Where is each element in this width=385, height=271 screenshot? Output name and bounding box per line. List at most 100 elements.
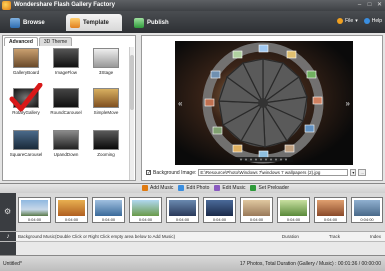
photo-duration: 0:04:00: [138, 217, 153, 222]
template-item-selected[interactable]: RotaryGallery: [9, 83, 43, 115]
template-item[interactable]: UpandDown: [49, 130, 83, 157]
status-bar: Untitled* 17 Photos, Total Duration (Gal…: [0, 255, 385, 271]
prev-arrow-icon[interactable]: «: [178, 99, 182, 108]
help-label: Help: [371, 18, 382, 24]
photo-duration: 0:04:00: [101, 217, 116, 222]
status-project-name: Untitled*: [3, 261, 22, 267]
template-thumbnail: [53, 48, 79, 68]
edit-music-label: Edit Music: [222, 185, 246, 191]
edit-photo-button[interactable]: Edit Photo: [178, 185, 209, 191]
photo-filmstrip: ⚙ 0:04:00 0:04:00 0:04:00 0:04:00 0:04:0…: [0, 193, 385, 231]
checkmark-icon: [9, 83, 43, 112]
background-checkbox[interactable]: ✓: [146, 170, 151, 176]
photo-image: [206, 200, 233, 216]
main-toolbar: Browse Template Publish File ▾ Help: [0, 11, 385, 33]
template-subtabs: Advanced 3D Theme: [4, 37, 73, 46]
photo-thumb[interactable]: 0:04:00: [166, 197, 199, 223]
photo-image: [95, 200, 122, 216]
template-thumbnail: [53, 88, 79, 108]
status-summary: 17 Photos, Total Duration (Gallery / Mus…: [239, 261, 381, 267]
photo-duration: 0:04:00: [27, 217, 42, 222]
photo-image: [243, 200, 270, 216]
file-icon: [337, 18, 344, 24]
preview-panel: « » ✓ Background Image: E:\Resource\Phot…: [141, 35, 383, 181]
template-thumbnail: [9, 83, 43, 112]
template-item[interactable]: 3Stage: [89, 48, 123, 75]
set-preloader-button[interactable]: Set Preloader: [250, 185, 289, 191]
photo-duration: 0:04:00: [249, 217, 264, 222]
background-label: Background Image:: [153, 169, 197, 176]
maximize-button[interactable]: □: [366, 2, 373, 9]
music-hint: Background Music(Double Click or Right C…: [18, 234, 176, 239]
music-col-index: Index: [369, 234, 381, 239]
photo-thumb[interactable]: 0:04:00: [351, 197, 383, 223]
filmstrip-side: ⚙: [0, 193, 16, 231]
photo-image: [169, 200, 196, 216]
publish-icon: [134, 17, 144, 28]
template-thumbnail: [93, 130, 119, 150]
help-area: File ▾ Help: [337, 18, 382, 24]
background-browse-button[interactable]: …: [358, 169, 367, 176]
photo-image: [317, 200, 344, 216]
timeline-toolbar: Add Music Edit Photo Edit Music Set Prel…: [0, 183, 385, 193]
template-label: ImageFlow: [54, 70, 77, 75]
background-dropdown-button[interactable]: ▾: [350, 169, 357, 176]
template-item[interactable]: RoundCarousel: [49, 88, 83, 115]
tab-template[interactable]: Template: [66, 14, 122, 31]
music-col-duration: Duration: [281, 234, 299, 239]
photo-icon: [178, 185, 185, 191]
template-scrollbar[interactable]: [129, 47, 134, 180]
add-music-label: Add Music: [150, 185, 174, 191]
subtab-advanced[interactable]: Advanced: [4, 37, 38, 46]
music-col-track: Track: [328, 234, 340, 239]
photo-thumb[interactable]: 0:04:00: [203, 197, 236, 223]
background-path-field[interactable]: E:\Resource\Photo\Windows 7\windows 7 wa…: [198, 169, 349, 176]
photo-image: [280, 200, 307, 216]
file-label: File: [345, 18, 354, 24]
edit-music-button[interactable]: Edit Music: [214, 185, 245, 191]
window-title: Wondershare Flash Gallery Factory: [14, 2, 115, 8]
next-arrow-icon[interactable]: »: [346, 99, 350, 108]
template-item[interactable]: Zooming: [89, 130, 123, 157]
window-controls: – □ ✕: [356, 2, 383, 9]
template-thumbnail: [13, 48, 39, 68]
photo-thumb[interactable]: 0:04:00: [277, 197, 310, 223]
template-label: SquareCarousel: [9, 152, 43, 157]
tab-publish[interactable]: Publish: [130, 14, 173, 31]
photo-thumb[interactable]: 0:04:00: [129, 197, 162, 223]
scrollbar-thumb[interactable]: [130, 55, 134, 110]
photo-duration: 0:04:00: [360, 217, 374, 222]
tab-browse[interactable]: Browse: [6, 14, 49, 31]
photo-image: [132, 200, 159, 216]
template-item[interactable]: GalleryBoard: [9, 48, 43, 75]
template-icon: [70, 17, 80, 28]
film-icon: ⚙: [4, 207, 12, 216]
photo-thumb[interactable]: 0:04:00: [18, 197, 51, 223]
tab-publish-label: Publish: [147, 19, 169, 26]
set-preloader-label: Set Preloader: [258, 185, 290, 191]
template-item[interactable]: SimpleMove: [89, 88, 123, 115]
app-logo-icon: [2, 1, 11, 10]
minimize-button[interactable]: –: [356, 2, 363, 9]
photo-thumb[interactable]: 0:04:00: [240, 197, 273, 223]
edit-photo-label: Edit Photo: [186, 185, 210, 191]
close-button[interactable]: ✕: [376, 2, 383, 9]
template-item[interactable]: SquareCarousel: [9, 130, 43, 157]
add-music-button[interactable]: Add Music: [142, 185, 173, 191]
help-menu[interactable]: Help: [363, 18, 382, 24]
template-label: UpandDown: [53, 152, 79, 157]
template-label: SimpleMove: [93, 110, 119, 115]
photo-thumb[interactable]: 0:04:00: [55, 197, 88, 223]
photo-duration: 0:04:00: [286, 217, 301, 222]
preview-stage[interactable]: « »: [175, 41, 353, 165]
tab-template-label: Template: [83, 19, 109, 26]
photo-thumb[interactable]: 0:04:00: [92, 197, 125, 223]
template-item[interactable]: ImageFlow: [49, 48, 83, 75]
subtab-3d-theme[interactable]: 3D Theme: [38, 37, 73, 46]
file-menu[interactable]: File ▾: [337, 18, 358, 24]
photo-image: [21, 200, 48, 216]
music-track-area[interactable]: [0, 241, 385, 256]
background-image-row: ✓ Background Image: E:\Resource\Photo\Wi…: [146, 169, 367, 176]
photo-duration: 0:04:00: [64, 217, 79, 222]
photo-thumb[interactable]: 0:04:00: [314, 197, 347, 223]
